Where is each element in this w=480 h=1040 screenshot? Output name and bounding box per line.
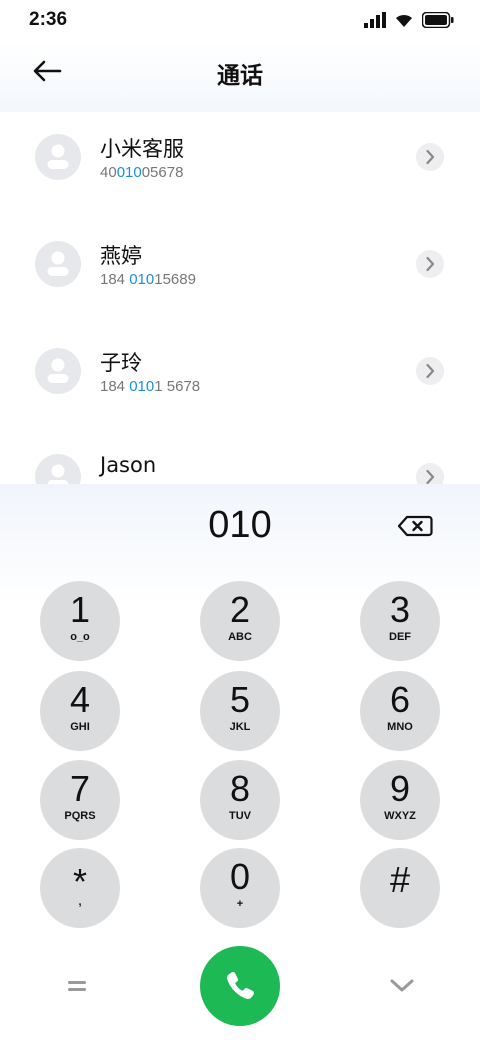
person-icon [47, 358, 69, 383]
signal-icon [364, 12, 386, 28]
contact-details-button[interactable] [416, 143, 444, 171]
menu-button[interactable] [66, 978, 88, 994]
person-icon [47, 464, 69, 484]
avatar [35, 241, 81, 287]
key-digit: 2 [229, 589, 251, 630]
dialpad-area: 010 1 o_o 2 ABC 3 DEF 4 GHI 5 JKL 6 MNO … [0, 484, 480, 1040]
key-digit: 5 [229, 679, 251, 720]
key-letters: WXYZ [384, 810, 416, 822]
key-digit: 8 [229, 768, 251, 809]
contact-row[interactable]: 小米客服 4001005678 [0, 112, 480, 212]
battery-icon [422, 12, 454, 28]
delete-button[interactable] [397, 515, 433, 537]
key-letters: ABC [228, 631, 252, 643]
contact-name: 小米客服 [100, 137, 184, 161]
contact-details-button[interactable] [416, 250, 444, 278]
key-digit: 0 [229, 856, 251, 897]
dialpad-key-1[interactable]: 1 o_o [40, 581, 120, 661]
dialpad-key-8[interactable]: 8 TUV [200, 760, 280, 840]
dialpad-key-star[interactable]: * , [40, 848, 120, 928]
contact-number: 4001005678 [100, 164, 184, 181]
key-digit: 6 [389, 679, 411, 720]
key-letters: , [78, 896, 82, 908]
key-letters: TUV [229, 810, 251, 822]
key-digit: 7 [69, 768, 91, 809]
contact-number: 184 0101 5678 [100, 378, 201, 395]
dialpad-key-2[interactable]: 2 ABC [200, 581, 280, 661]
dialpad-key-6[interactable]: 6 MNO [360, 671, 440, 751]
contact-row[interactable]: Jason [0, 432, 480, 484]
contact-list: 小米客服 4001005678 燕婷 184 01015689 子玲 184 0… [0, 112, 480, 484]
dialpad-key-9[interactable]: 9 WXYZ [360, 760, 440, 840]
dialpad-key-5[interactable]: 5 JKL [200, 671, 280, 751]
person-icon [47, 251, 69, 276]
contact-details-button[interactable] [416, 357, 444, 385]
chevron-right-icon [426, 469, 435, 484]
backspace-icon [397, 515, 433, 537]
key-digit: 3 [389, 589, 411, 630]
chevron-right-icon [426, 256, 435, 272]
chevron-down-icon [390, 979, 414, 992]
contact-row[interactable]: 子玲 184 0101 5678 [0, 326, 480, 426]
contact-details-button[interactable] [416, 463, 444, 484]
chevron-right-icon [426, 149, 435, 165]
key-digit: # [389, 859, 411, 900]
contact-name: 子玲 [100, 351, 142, 375]
key-letters: DEF [389, 631, 411, 643]
status-time: 2:36 [29, 9, 68, 30]
key-digit: 1 [69, 589, 91, 630]
phone-icon [227, 971, 255, 999]
dialpad-key-4[interactable]: 4 GHI [40, 671, 120, 751]
contact-number: 184 01015689 [100, 271, 196, 288]
key-letters: JKL [229, 721, 251, 733]
dialpad-key-hash[interactable]: # [360, 848, 440, 928]
dialpad-key-7[interactable]: 7 PQRS [40, 760, 120, 840]
dialpad-key-3[interactable]: 3 DEF [360, 581, 440, 661]
person-icon [47, 144, 69, 169]
key-letters: GHI [70, 721, 90, 733]
avatar [35, 348, 81, 394]
avatar [35, 454, 81, 484]
dialpad-key-0[interactable]: 0 + [200, 848, 280, 928]
key-digit: 4 [69, 679, 91, 720]
contact-name: 燕婷 [100, 244, 142, 268]
key-letters: + [236, 898, 244, 910]
contact-name: Jason [100, 453, 157, 477]
voicemail-icon: o_o [70, 631, 90, 643]
call-button[interactable] [200, 946, 280, 1026]
key-digit: 9 [389, 768, 411, 809]
key-letters: MNO [387, 721, 413, 733]
key-letters: PQRS [64, 810, 96, 822]
status-icons [364, 12, 454, 28]
wifi-icon [396, 14, 412, 27]
header: 通话 [0, 42, 480, 112]
page-title: 通话 [217, 63, 263, 89]
status-bar: 2:36 [0, 0, 480, 42]
contact-row[interactable]: 燕婷 184 01015689 [0, 219, 480, 319]
collapse-dialpad-button[interactable] [389, 977, 415, 995]
equals-icon [68, 981, 86, 991]
avatar [35, 134, 81, 180]
chevron-right-icon [426, 363, 435, 379]
